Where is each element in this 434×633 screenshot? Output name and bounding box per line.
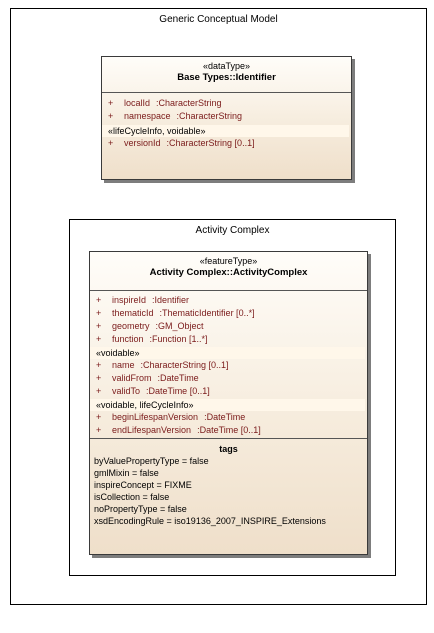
tag-entry[interactable]: noPropertyType = false [90,503,367,515]
class-stereotype: «featureType» [199,256,258,266]
activity-complex-class[interactable]: «featureType» Activity Complex::Activity… [89,251,368,555]
attribute-row[interactable]: + geometry:GM_Object [90,320,367,333]
attribute-row[interactable]: + beginLifespanVersion:DateTime [90,411,367,424]
stereotype-group-label: «lifeCycleInfo, voidable» [102,125,349,137]
class-header: «featureType» Activity Complex::Activity… [90,252,367,291]
attribute-row[interactable]: + name:CharacterString [0..1] [90,359,367,372]
attribute-row[interactable]: + function:Function [1..*] [90,333,367,346]
tag-entry[interactable]: byValuePropertyType = false [90,455,367,467]
package-title: Activity Complex [195,225,270,236]
stereotype-group-label: «voidable, lifeCycleInfo» [90,399,365,411]
attribute-row[interactable]: + validTo:DateTime [0..1] [90,385,367,398]
class-stereotype: «dataType» [202,61,251,71]
attribute-row[interactable]: + localId:CharacterString [102,97,351,110]
attribute-row[interactable]: + thematicId:ThematicIdentifier [0..*] [90,307,367,320]
attribute-row[interactable]: + namespace:CharacterString [102,110,351,123]
attribute-row[interactable]: + inspireId:Identifier [90,294,367,307]
attribute-row[interactable]: + versionId:CharacterString [0..1] [102,137,351,150]
attribute-compartment: + inspireId:Identifier + thematicId:Themat… [90,291,367,439]
tag-entry[interactable]: inspireConcept = FIXME [90,479,367,491]
tags-compartment: tags byValuePropertyType = false gmlMixi… [90,439,367,527]
class-name: Activity Complex::ActivityComplex [149,267,308,278]
tag-entry[interactable]: gmlMixin = false [90,467,367,479]
attribute-row[interactable]: + validFrom:DateTime [90,372,367,385]
class-header: «dataType» Base Types::Identifier [102,57,351,93]
tag-entry[interactable]: isCollection = false [90,491,367,503]
base-types-identifier-class[interactable]: «dataType» Base Types::Identifier + local… [101,56,352,180]
tag-entry[interactable]: xsdEncodingRule = iso19136_2007_INSPIRE_… [90,515,367,527]
attribute-compartment: + localId:CharacterString + namespace:Char… [102,93,351,152]
attribute-row[interactable]: + endLifespanVersion:DateTime [0..1] [90,424,367,437]
stereotype-group-label: «voidable» [90,347,365,359]
tags-title: tags [219,444,238,454]
class-name: Base Types::Identifier [177,72,276,83]
package-title: Generic Conceptual Model [159,14,278,25]
